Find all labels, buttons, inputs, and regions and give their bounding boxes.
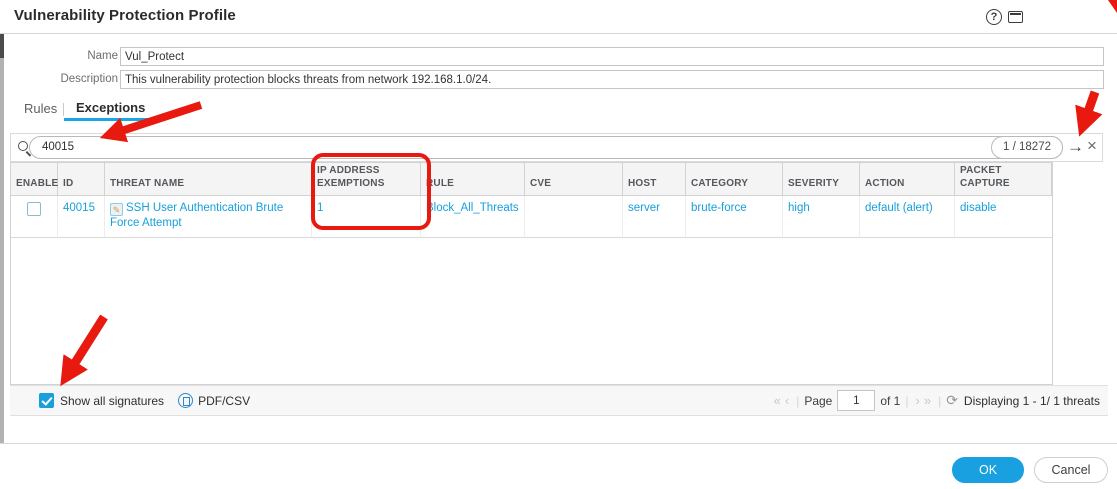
search-field[interactable]: 40015 1 / 18272: [29, 136, 1063, 159]
column-header-cve[interactable]: CVE: [525, 163, 623, 196]
search-clear-icon[interactable]: ×: [1087, 135, 1097, 157]
table-row-action-cell: default (alert): [860, 196, 955, 238]
window-restore-icon[interactable]: [1008, 11, 1023, 23]
background-page-edge: [0, 58, 4, 443]
search-toolbar: 40015 1 / 18272 → ×: [10, 133, 1103, 162]
tab-exceptions[interactable]: Exceptions: [76, 100, 145, 115]
table-row-host-cell: server: [623, 196, 686, 238]
table-row-packet-capture-cell: disable: [955, 196, 1052, 238]
column-header-action[interactable]: ACTION: [860, 163, 955, 196]
column-header-threat-name[interactable]: THREAT NAME: [105, 163, 312, 196]
page-title: Vulnerability Protection Profile: [14, 7, 236, 24]
table-row-threat-name-cell: ✎SSH User Authentication Brute Force Att…: [105, 196, 312, 238]
enable-checkbox[interactable]: [27, 202, 41, 216]
table-row-category-cell: brute-force: [686, 196, 783, 238]
column-header-packet-capture[interactable]: PACKET CAPTURE: [955, 163, 1052, 196]
search-next-icon[interactable]: →: [1067, 136, 1084, 158]
table-row-severity-cell: high: [783, 196, 860, 238]
page-input[interactable]: [837, 390, 875, 411]
exceptions-table: ENABLE ID THREAT NAME IP ADDRESS EXEMPTI…: [10, 162, 1053, 385]
displaying-status: Displaying 1 - 1/ 1 threats: [964, 394, 1100, 408]
name-label: Name: [6, 50, 118, 62]
show-all-signatures-label: Show all signatures: [60, 394, 164, 408]
threat-name-link[interactable]: SSH User Authentication Brute Force Atte…: [110, 202, 283, 229]
help-icon[interactable]: ?: [986, 9, 1002, 25]
table-row-id-cell: 40015: [58, 196, 105, 238]
ok-button[interactable]: OK: [952, 457, 1024, 483]
edit-pencil-icon[interactable]: ✎: [110, 203, 123, 216]
exceptions-table-grid: ENABLE ID THREAT NAME IP ADDRESS EXEMPTI…: [11, 163, 1052, 238]
column-header-severity[interactable]: SEVERITY: [783, 163, 860, 196]
search-input[interactable]: 40015: [42, 137, 74, 158]
column-header-category[interactable]: CATEGORY: [686, 163, 783, 196]
pager-divider: |: [938, 394, 941, 408]
column-header-enable[interactable]: ENABLE: [11, 163, 58, 196]
page-label: Page: [804, 394, 832, 408]
dialog-titlebar: Vulnerability Protection Profile ?: [0, 0, 1117, 34]
search-result-count: 1 / 18272: [991, 136, 1063, 159]
prev-page-icon[interactable]: ‹: [783, 393, 791, 408]
vulnerability-protection-profile-dialog: { "dialog": { "title": "Vulnerability Pr…: [0, 0, 1117, 489]
pdf-csv-icon[interactable]: [178, 393, 193, 408]
pager-divider: |: [905, 394, 908, 408]
tab-divider: [63, 103, 64, 116]
dialog-footer-divider: [0, 443, 1117, 444]
pager-divider: |: [796, 394, 799, 408]
last-page-icon[interactable]: »: [922, 393, 933, 408]
column-header-id[interactable]: ID: [58, 163, 105, 196]
description-input[interactable]: [120, 70, 1104, 89]
table-row-cve-cell: [525, 196, 623, 238]
active-tab-underline: [64, 118, 152, 121]
description-label: Description: [6, 73, 118, 85]
pdf-csv-button[interactable]: PDF/CSV: [198, 394, 250, 408]
page-of-label: of 1: [880, 394, 900, 408]
name-input[interactable]: [120, 47, 1104, 66]
column-header-host[interactable]: HOST: [623, 163, 686, 196]
annotation-arrow-next-result: [1084, 92, 1095, 123]
cancel-button[interactable]: Cancel: [1034, 457, 1108, 483]
pagination: « ‹ | Page of 1 | › » | ⟳ Displaying 1 -…: [772, 390, 1100, 411]
table-row-ip-exemptions-cell[interactable]: 1: [312, 196, 421, 238]
refresh-icon[interactable]: ⟳: [946, 392, 958, 409]
list-footer-bar: Show all signatures PDF/CSV « ‹ | Page o…: [10, 385, 1108, 416]
next-page-icon[interactable]: ›: [913, 393, 921, 408]
column-header-ip-address-exemptions[interactable]: IP ADDRESS EXEMPTIONS: [312, 163, 421, 196]
tab-rules[interactable]: Rules: [24, 101, 57, 116]
table-row-rule-cell: Block_All_Threats: [421, 196, 525, 238]
column-header-rule[interactable]: RULE: [421, 163, 525, 196]
show-all-signatures-checkbox[interactable]: [39, 393, 54, 408]
first-page-icon[interactable]: «: [772, 393, 783, 408]
search-icon: [18, 141, 28, 151]
table-row-enable-cell: [11, 196, 58, 238]
